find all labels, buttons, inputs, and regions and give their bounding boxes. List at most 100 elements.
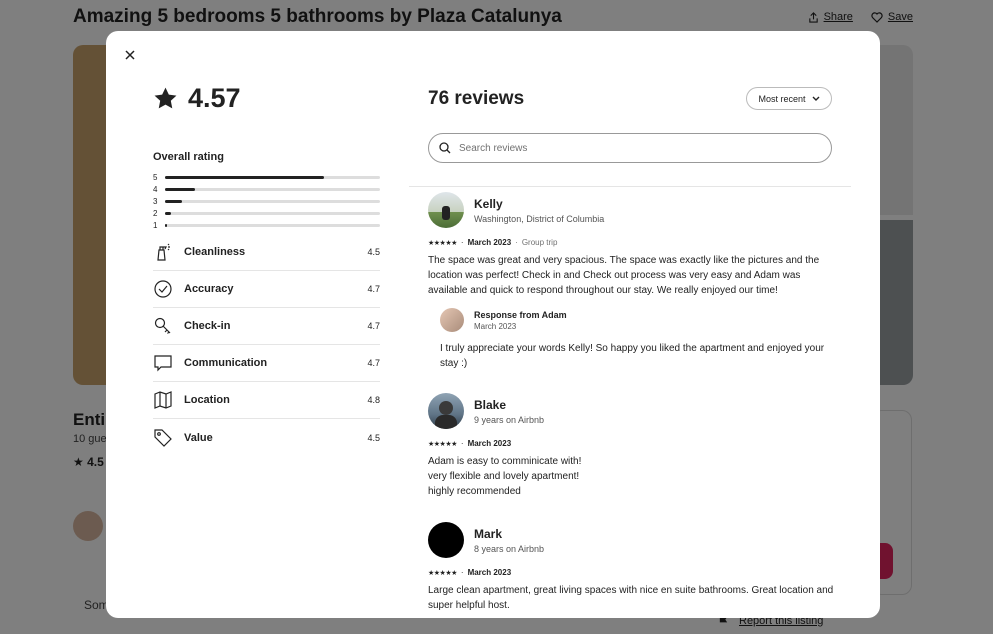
reviewer-name[interactable]: Blake — [474, 398, 544, 412]
review-text: Large clean apartment, great living spac… — [428, 585, 834, 611]
review-meta: ★★★★★ · March 2023 — [428, 439, 838, 448]
review-text-line: Adam is easy to comminicate with! — [428, 456, 582, 467]
reviewer-location: Washington, District of Columbia — [474, 213, 605, 224]
review-meta: ★★★★★ · March 2023 · Group trip — [428, 238, 838, 247]
search-input[interactable] — [459, 142, 799, 154]
review-item-blake: Blake 9 years on Airbnb ★★★★★ · March 20… — [428, 393, 838, 499]
rating-bar-track — [165, 199, 380, 203]
review-text: The space was great and very spacious. T… — [428, 255, 820, 296]
key-icon — [153, 316, 173, 336]
rating-bar-label: 5 — [153, 172, 158, 182]
rating-bar-3: 3 — [153, 195, 380, 207]
reviewer-tenure: 8 years on Airbnb — [474, 543, 545, 554]
map-icon — [153, 390, 173, 410]
rating-distribution: 5 4 3 2 1 — [153, 171, 380, 231]
category-value: Value 4.5 — [153, 419, 380, 456]
category-score: 4.7 — [367, 321, 380, 331]
review-item-mark: Mark 8 years on Airbnb ★★★★★ · March 202… — [428, 522, 838, 613]
category-score: 4.8 — [367, 395, 380, 405]
header-divider — [409, 186, 851, 187]
chat-bubble-icon — [153, 353, 173, 373]
rating-summary: 4.57 Overall rating 5 4 3 2 1 Cleanlines… — [153, 79, 380, 456]
avatar[interactable] — [428, 192, 464, 228]
rating-bar-fill — [165, 199, 183, 203]
review-stars: ★★★★★ — [428, 239, 457, 247]
category-score: 4.7 — [367, 284, 380, 294]
rating-bar-label: 2 — [153, 208, 158, 218]
category-score: 4.7 — [367, 358, 380, 368]
check-circle-icon — [153, 279, 173, 299]
category-score: 4.5 — [367, 247, 380, 257]
review-item-kelly: Kelly Washington, District of Columbia ★… — [428, 192, 838, 371]
host-avatar[interactable] — [440, 308, 464, 332]
chevron-down-icon — [812, 96, 820, 101]
review-text: Adam is easy to comminicate with! very f… — [428, 454, 838, 499]
category-label: Location — [184, 394, 230, 406]
category-ratings: Cleanliness 4.5 Accuracy 4.7 Check-in 4.… — [153, 234, 380, 456]
category-label: Check-in — [184, 320, 231, 332]
category-score: 4.5 — [367, 432, 380, 443]
rating-bar-2: 2 — [153, 207, 380, 219]
star-icon — [154, 87, 177, 108]
reviews-modal: 4.57 Overall rating 5 4 3 2 1 Cleanlines… — [106, 31, 880, 618]
review-stars: ★★★★★ — [428, 569, 457, 577]
spray-bottle-icon — [153, 242, 173, 262]
rating-bar-track — [165, 211, 380, 215]
response-title: Response from Adam — [474, 309, 567, 320]
close-button[interactable] — [122, 47, 138, 63]
category-label: Communication — [184, 357, 268, 369]
reviewer-tenure: 9 years on Airbnb — [474, 414, 545, 425]
category-cleanliness: Cleanliness 4.5 — [153, 234, 380, 271]
trip-type: Group trip — [521, 238, 558, 247]
rating-bar-4: 4 — [153, 183, 380, 195]
rating-bar-fill — [165, 223, 168, 227]
review-header: Kelly Washington, District of Columbia — [428, 192, 838, 228]
rating-bar-track — [165, 175, 380, 179]
search-icon — [439, 142, 451, 154]
meta-separator: · — [460, 568, 464, 577]
review-date: March 2023 — [467, 568, 512, 577]
category-communication: Communication 4.7 — [153, 345, 380, 382]
category-check-in: Check-in 4.7 — [153, 308, 380, 345]
review-text-line: highly recommended — [428, 486, 521, 497]
review-header: Blake 9 years on Airbnb — [428, 393, 838, 429]
reviews-panel: 76 reviews Most recent Kelly Washington,… — [409, 31, 851, 618]
rating-bar-5: 5 — [153, 171, 380, 183]
sort-label: Most recent — [758, 93, 806, 104]
response-header: Response from Adam March 2023 — [440, 308, 838, 332]
search-box[interactable] — [428, 133, 832, 163]
category-accuracy: Accuracy 4.7 — [153, 271, 380, 308]
category-label: Value — [184, 431, 213, 444]
sort-dropdown[interactable]: Most recent — [746, 87, 832, 110]
overall-score-header: 4.57 — [153, 79, 380, 117]
avatar[interactable] — [428, 522, 464, 558]
reviewer-name[interactable]: Kelly — [474, 197, 604, 211]
avatar[interactable] — [428, 393, 464, 429]
reviews-count: 76 reviews — [428, 88, 525, 109]
close-icon — [125, 50, 135, 60]
review-date: March 2023 — [467, 238, 512, 247]
reviewer-name[interactable]: Mark — [474, 527, 544, 541]
review-date: March 2023 — [467, 439, 512, 448]
meta-separator: · — [460, 238, 464, 247]
category-location: Location 4.8 — [153, 382, 380, 419]
meta-separator: · — [515, 238, 518, 247]
response-text: I truly appreciate your words Kelly! So … — [440, 343, 825, 369]
review-text-line: very flexible and lovely apartment! — [428, 471, 580, 482]
rating-bar-label: 4 — [153, 184, 158, 194]
host-response: Response from Adam March 2023 I truly ap… — [440, 308, 838, 371]
review-stars: ★★★★★ — [428, 440, 457, 448]
overall-rating-label: Overall rating — [153, 151, 224, 163]
rating-bar-label: 1 — [153, 220, 158, 230]
tag-icon — [153, 428, 173, 448]
overall-score: 4.57 — [188, 82, 241, 113]
rating-bar-fill — [165, 211, 172, 215]
rating-bar-label: 3 — [153, 196, 158, 206]
response-date: March 2023 — [474, 321, 517, 331]
rating-bar-track — [165, 223, 380, 227]
rating-bar-track — [165, 187, 380, 191]
review-header: Mark 8 years on Airbnb — [428, 522, 838, 558]
category-label: Cleanliness — [184, 246, 246, 258]
rating-bar-fill — [165, 175, 325, 179]
meta-separator: · — [460, 439, 464, 448]
